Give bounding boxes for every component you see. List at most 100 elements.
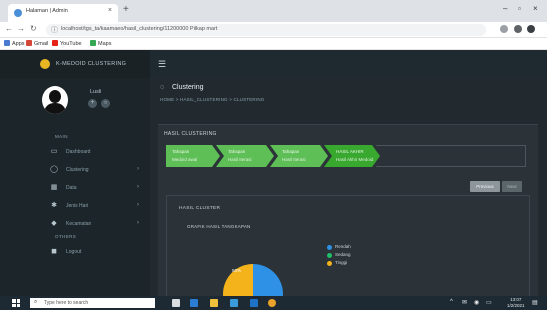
tab-close-icon[interactable]: × bbox=[108, 7, 112, 14]
hasil-cluster-section: HASIL CLUSTER GRAFIK HASIL TANGKAPAN 50%… bbox=[166, 195, 530, 298]
legend-swatch bbox=[327, 245, 332, 250]
step-title: Tahapan bbox=[228, 149, 246, 154]
legend-item-sedang[interactable]: Sedang bbox=[327, 252, 387, 259]
edge-icon[interactable] bbox=[190, 299, 198, 307]
chevron-right-icon: › bbox=[137, 220, 139, 226]
tray-volume-icon[interactable]: ◉ bbox=[474, 299, 479, 306]
store-icon[interactable] bbox=[230, 299, 238, 307]
minimize-button[interactable]: – bbox=[503, 4, 507, 13]
next-button[interactable]: Next bbox=[502, 181, 522, 192]
logo-icon bbox=[40, 59, 50, 69]
browser-tabstrip: Halaman | Admin × + – ▫ × bbox=[0, 0, 547, 22]
taskbar-clock[interactable]: 13:07 1/2/2021 bbox=[507, 297, 525, 308]
step-medoid-awal[interactable]: Tahapan Medoid awal bbox=[166, 145, 220, 167]
brand-header[interactable]: K-MEDOID CLUSTERING bbox=[0, 50, 150, 78]
wizard-track bbox=[376, 145, 526, 167]
legend-item-rendah[interactable]: Rendah bbox=[327, 244, 387, 251]
chrome-icon[interactable] bbox=[268, 299, 276, 307]
bookmark-maps[interactable]: Maps bbox=[90, 40, 111, 47]
panel-title: HASIL CLUSTERING bbox=[164, 131, 217, 137]
hasil-cluster-title: HASIL CLUSTER bbox=[179, 206, 221, 211]
pie-chart: 50% bbox=[223, 264, 283, 298]
address-bar-row: ← → ↻ ⓘ localhost/tgs_ta/kaamaeo/hasil_c… bbox=[0, 22, 547, 38]
avatar bbox=[42, 86, 68, 114]
url-text: localhost/tgs_ta/kaamaeo/hasil_clusterin… bbox=[61, 26, 218, 32]
previous-button[interactable]: Previous bbox=[470, 181, 500, 192]
sidebar-item-data[interactable]: ▦ Data › bbox=[50, 182, 145, 194]
legend-item-tinggi[interactable]: Tinggi bbox=[327, 260, 387, 267]
tray-language-icon[interactable]: ▭ bbox=[486, 299, 492, 306]
hamburger-menu-icon[interactable]: ☰ bbox=[158, 60, 166, 69]
pie-slice-label: 50% bbox=[232, 268, 241, 273]
step-subtitle: Hasil Iterasi bbox=[282, 157, 306, 162]
step-title: Tahapan bbox=[172, 149, 190, 154]
main-content: ◌ Clustering HOME > HASIL_CLUSTERING > C… bbox=[150, 78, 547, 298]
user-panel: Lusli + ○ bbox=[0, 78, 150, 122]
legend-swatch bbox=[327, 261, 332, 266]
hasil-clustering-panel: HASIL CLUSTERING Tahapan Medoid awal Tah… bbox=[158, 124, 538, 298]
bookmarks-bar: Apps Gmail YouTube Maps bbox=[0, 38, 547, 50]
step-iterasi-1[interactable]: Tahapan Hasil Iterasi bbox=[216, 145, 274, 167]
step-iterasi-2[interactable]: Tahapan Hasil Iterasi bbox=[270, 145, 328, 167]
search-icon: ⌕ bbox=[34, 299, 38, 305]
sidebar-item-label: Clustering bbox=[66, 167, 89, 173]
user-status-button[interactable]: ○ bbox=[101, 99, 110, 108]
chart-container: GRAFIK HASIL TANGKAPAN 50% Rendah Sedang T… bbox=[179, 216, 351, 298]
back-icon[interactable]: ← bbox=[5, 24, 13, 33]
legend-label: Sedang bbox=[335, 252, 351, 257]
star-bookmark-icon[interactable] bbox=[500, 25, 508, 33]
legend-label: Tinggi bbox=[335, 260, 348, 265]
sidebar-item-dashboard[interactable]: ▭ Dashboard bbox=[50, 146, 145, 158]
info-icon[interactable]: ⓘ bbox=[51, 25, 58, 35]
profile-avatar[interactable] bbox=[527, 25, 535, 33]
pie-slice-rendah[interactable] bbox=[253, 264, 283, 298]
user-add-button[interactable]: + bbox=[88, 99, 97, 108]
sidebar-item-label: Jenis Hari bbox=[66, 203, 89, 209]
section-main-label: MAIN bbox=[55, 134, 68, 139]
bookmark-youtube[interactable]: YouTube bbox=[52, 40, 82, 47]
sidebar-item-logout[interactable]: ◼ Logout bbox=[50, 246, 145, 258]
reload-icon[interactable]: ↻ bbox=[30, 24, 37, 33]
url-field[interactable]: ⓘ localhost/tgs_ta/kaamaeo/hasil_cluster… bbox=[46, 24, 486, 36]
new-tab-button[interactable]: + bbox=[123, 5, 129, 15]
explorer-icon[interactable] bbox=[210, 299, 218, 307]
chevron-right-icon: › bbox=[137, 184, 139, 190]
wizard-steps: Tahapan Medoid awal Tahapan Hasil Iteras… bbox=[166, 145, 526, 167]
task-view-icon[interactable] bbox=[172, 299, 180, 307]
clock-date: 1/2/2021 bbox=[507, 302, 525, 308]
close-window-button[interactable]: × bbox=[533, 4, 538, 13]
breadcrumb: HOME > HASIL_CLUSTERING > CLUSTERING bbox=[160, 97, 265, 102]
sidebar-item-label: Kecamatan bbox=[66, 221, 92, 227]
windows-taskbar: ⌕ Type here to search ^ ✉ ◉ ▭ 13:07 1/2/… bbox=[0, 296, 547, 310]
mail-icon[interactable] bbox=[250, 299, 258, 307]
admin-app: K-MEDOID CLUSTERING ☰ Lusli + ○ MAIN ▭ D… bbox=[0, 50, 547, 298]
bookmark-gmail[interactable]: Gmail bbox=[26, 40, 48, 47]
extensions-icon[interactable] bbox=[514, 25, 522, 33]
favicon-icon bbox=[14, 9, 22, 17]
sidebar-item-kecamatan[interactable]: ◆ Kecamatan › bbox=[50, 218, 145, 230]
star-icon: ✱ bbox=[51, 202, 57, 209]
forward-icon[interactable]: → bbox=[17, 24, 25, 33]
clustering-icon: ◌ bbox=[160, 84, 165, 91]
legend-label: Rendah bbox=[335, 244, 351, 249]
sidebar-item-clustering[interactable]: ◯ Clustering › bbox=[50, 164, 145, 176]
bookmark-apps[interactable]: Apps bbox=[4, 40, 25, 47]
step-hasil-akhir[interactable]: HASIL AKHIR Hasil Akhir Medoid bbox=[324, 145, 380, 167]
section-others-label: OTHERS bbox=[55, 234, 77, 239]
legend-swatch bbox=[327, 253, 332, 258]
search-placeholder: Type here to search bbox=[44, 300, 89, 306]
step-subtitle: Hasil Akhir Medoid bbox=[336, 157, 374, 162]
chart-legend: Rendah Sedang Tinggi bbox=[327, 244, 387, 268]
taskbar-search-input[interactable]: ⌕ Type here to search bbox=[30, 298, 155, 308]
notification-icon[interactable]: ▤ bbox=[532, 299, 538, 306]
maximize-button[interactable]: ▫ bbox=[518, 4, 521, 13]
tray-chevron-icon[interactable]: ^ bbox=[450, 299, 453, 305]
windows-start-icon[interactable] bbox=[12, 299, 20, 307]
map-marker-icon: ◆ bbox=[51, 220, 57, 227]
browser-tab[interactable]: Halaman | Admin × bbox=[8, 4, 118, 22]
step-title: HASIL AKHIR bbox=[336, 149, 364, 154]
circle-icon: ◯ bbox=[50, 166, 58, 173]
logout-icon: ◼ bbox=[51, 248, 57, 255]
tray-network-icon[interactable]: ✉ bbox=[462, 299, 467, 306]
sidebar-item-jenis-hari[interactable]: ✱ Jenis Hari › bbox=[50, 200, 145, 212]
